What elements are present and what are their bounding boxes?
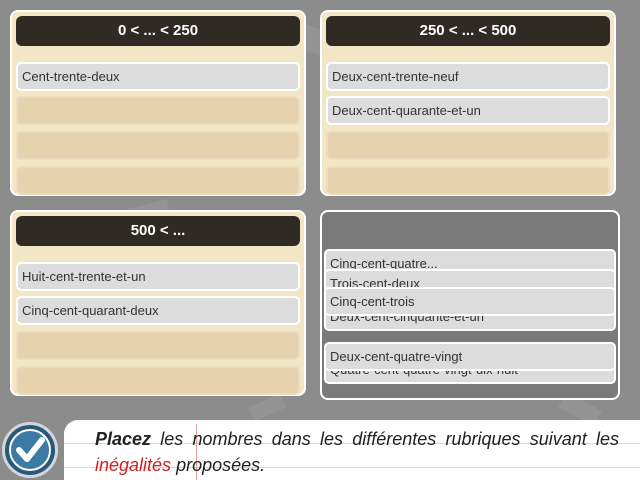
category-header: 250 < ... < 500 [326, 16, 610, 46]
instruction-bold: Placez [95, 429, 152, 449]
check-icon [9, 429, 51, 471]
category-header: 0 < ... < 250 [16, 16, 300, 46]
number-card[interactable]: Cent-trente-deux [16, 62, 300, 91]
category-header: 500 < ... [16, 216, 300, 246]
number-card[interactable]: Huit-cent-trente-et-un [16, 262, 300, 291]
validate-button[interactable] [2, 422, 58, 478]
empty-slot[interactable] [16, 331, 300, 360]
card-pool[interactable]: Cinq-cent-quatre... Trois-cent-deux Deux… [320, 210, 620, 400]
empty-slot[interactable] [16, 96, 300, 125]
empty-slot[interactable] [16, 166, 300, 195]
number-card[interactable]: Deux-cent-trente-neuf [326, 62, 610, 91]
number-card[interactable]: Deux-cent-quarante-et-un [326, 96, 610, 125]
category-panel-0-250[interactable]: 0 < ... < 250 Cent-trente-deux [10, 10, 306, 196]
instruction-text: Placez les nombres dans les différentes … [95, 426, 619, 478]
category-panel-500-plus[interactable]: 500 < ... Huit-cent-trente-et-un Cinq-ce… [10, 210, 306, 396]
background-shape [248, 393, 287, 422]
number-card[interactable]: Cinq-cent-quarant-deux [16, 296, 300, 325]
number-card[interactable]: Deux-cent-quatre-vingt [324, 342, 616, 371]
empty-slot[interactable] [326, 166, 610, 195]
instruction-part2: proposées. [171, 455, 266, 475]
instruction-part1: les nombres dans les différentes rubriqu… [151, 429, 619, 449]
category-panel-250-500[interactable]: 250 < ... < 500 Deux-cent-trente-neuf De… [320, 10, 616, 196]
number-card[interactable]: Cinq-cent-trois [324, 287, 616, 316]
empty-slot[interactable] [326, 131, 610, 160]
instruction-highlight: inégalités [95, 455, 172, 475]
empty-slot[interactable] [16, 366, 300, 395]
empty-slot[interactable] [16, 131, 300, 160]
